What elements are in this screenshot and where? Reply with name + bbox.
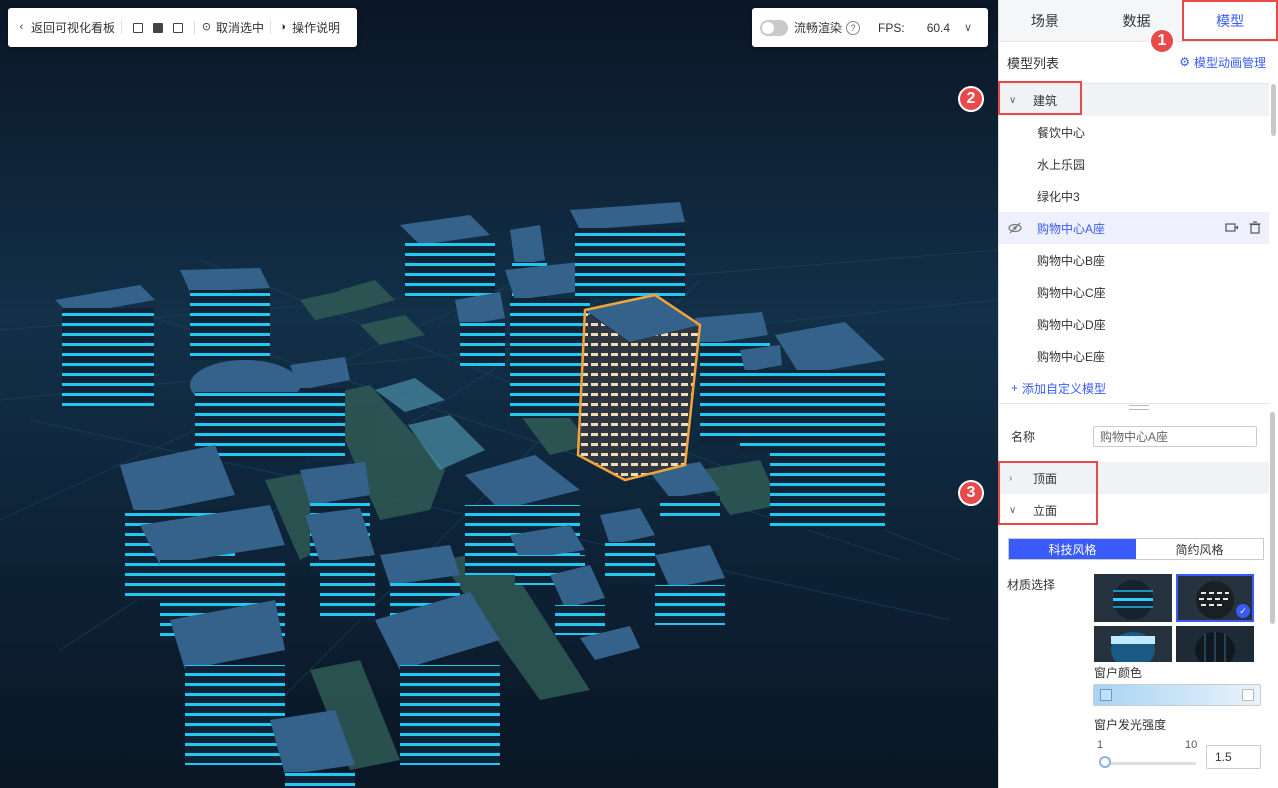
chevron-down-icon[interactable]: ∨ [964, 21, 972, 34]
item-label: 餐饮中心 [1037, 125, 1086, 140]
item-label: 水上乐园 [1037, 157, 1086, 172]
back-to-dashboard-button[interactable]: ‹ 返回可视化看板 [16, 19, 115, 36]
item-label: 购物中心A座 [1037, 221, 1106, 236]
list-item[interactable]: 购物中心E座 [999, 340, 1269, 372]
row-tools [1225, 221, 1261, 234]
sphere-grid-icon [1176, 626, 1254, 662]
lightbulb-icon: ◑ [279, 21, 286, 33]
tech-style-button[interactable]: 科技风格 [1009, 539, 1136, 559]
highlight-box-group [998, 81, 1082, 115]
material-option-2-selected[interactable]: ✓ [1176, 574, 1254, 622]
scene-toolbar: ‹ 返回可视化看板 ⊙ 取消选中 ◑ 操作说明 [8, 8, 357, 47]
chevron-left-icon: ‹ [19, 21, 24, 33]
model-list-title: 模型列表 [1007, 55, 1060, 71]
check-icon: ✓ [1236, 604, 1250, 618]
help-label: 操作说明 [292, 21, 341, 35]
callout-badge-2: 2 [958, 86, 984, 112]
window-glow-label: 窗户发光强度 [1094, 718, 1167, 732]
smooth-render-label: 流畅渲染 [794, 21, 843, 35]
material-option-4[interactable] [1176, 626, 1254, 662]
name-row: 名称 [999, 418, 1269, 454]
gear-icon: ⚙ [1179, 55, 1190, 69]
material-grid: ✓ [1094, 574, 1254, 662]
item-label: 绿化中3 [1037, 189, 1080, 204]
back-label: 返回可视化看板 [31, 21, 116, 35]
model-list: ∨ 建筑 餐饮中心 水上乐园 绿化中3 购物中心A座 购物中心B座 购物中心C座… [999, 83, 1269, 403]
list-item[interactable]: 购物中心D座 [999, 308, 1269, 340]
list-item[interactable]: 水上乐园 [999, 148, 1269, 180]
toolbar-divider [270, 21, 272, 34]
item-label: 购物中心B座 [1037, 253, 1106, 268]
material-option-3[interactable] [1094, 626, 1172, 662]
style-toggle: 科技风格 简约风格 [1008, 538, 1264, 560]
item-label: 购物中心E座 [1037, 349, 1106, 364]
name-label: 名称 [1011, 429, 1036, 444]
anim-manage-label: 模型动画管理 [1193, 55, 1266, 70]
list-item[interactable]: 购物中心C座 [999, 276, 1269, 308]
highlight-box-sections [998, 461, 1098, 525]
selected-building [576, 293, 702, 482]
tab-scene[interactable]: 场景 [999, 0, 1091, 41]
trash-icon[interactable] [1249, 221, 1261, 234]
window-color-label: 窗户颜色 [1094, 666, 1143, 680]
list-item-selected[interactable]: 购物中心A座 [999, 212, 1269, 244]
panel-tabs: 场景 数据 模型 [999, 0, 1278, 42]
list-item[interactable]: 绿化中3 [999, 180, 1269, 212]
help-button[interactable]: ◑ 操作说明 [277, 19, 340, 36]
glow-slider-track[interactable] [1100, 762, 1196, 765]
color-swatch-end[interactable] [1242, 689, 1254, 701]
target-icon: ⊙ [201, 21, 212, 33]
glow-value-input[interactable] [1206, 745, 1261, 769]
simple-style-button[interactable]: 简约风格 [1136, 539, 1263, 559]
sphere-glow-icon [1094, 626, 1172, 662]
item-label: 购物中心C座 [1037, 285, 1106, 300]
toolbar-divider [121, 21, 123, 34]
model-list-header: 模型列表 ⚙ 模型动画管理 [999, 42, 1278, 82]
callout-badge-1: 1 [1149, 28, 1175, 54]
callout-badge-3: 3 [958, 480, 984, 506]
right-panel: 场景 数据 模型 模型列表 ⚙ 模型动画管理 ∨ 建筑 餐饮中心 水上乐园 绿化… [998, 0, 1278, 788]
eye-off-icon[interactable] [1008, 221, 1022, 235]
3d-scene-viewport[interactable]: ‹ 返回可视化看板 ⊙ 取消选中 ◑ 操作说明 流畅渲染 ? FPS: 60.4… [0, 0, 998, 788]
add-model-label: 添加自定义模型 [1022, 381, 1107, 396]
fps-value: 60.4 [926, 20, 951, 35]
color-swatch-start[interactable] [1100, 689, 1112, 701]
slider-max-label: 10 [1185, 739, 1198, 751]
list-item[interactable]: 购物中心B座 [999, 244, 1269, 276]
slider-min-label: 1 [1097, 739, 1104, 751]
question-icon[interactable]: ? [846, 20, 861, 35]
locate-icon[interactable] [1225, 221, 1239, 234]
plus-icon: + [1011, 381, 1019, 395]
material-option-1[interactable] [1094, 574, 1172, 622]
smooth-render-toggle[interactable] [760, 19, 788, 36]
view-front-icon[interactable] [133, 22, 144, 33]
sphere-stripes-icon [1094, 574, 1172, 622]
panel-divider [999, 403, 1269, 404]
city-3d-render [0, 202, 998, 788]
name-input[interactable] [1093, 425, 1257, 447]
glow-slider-thumb[interactable] [1099, 756, 1111, 768]
list-item[interactable]: 餐饮中心 [999, 116, 1269, 148]
view-solid-icon[interactable] [153, 22, 164, 33]
window-color-picker[interactable] [1093, 684, 1261, 706]
resize-handle[interactable] [1129, 405, 1149, 410]
view-back-icon[interactable] [173, 22, 184, 33]
render-panel: 流畅渲染 ? FPS: 60.4 ∨ [752, 8, 988, 47]
list-scrollbar[interactable] [1271, 84, 1276, 136]
item-label: 购物中心D座 [1037, 317, 1106, 332]
anim-manage-link[interactable]: ⚙ 模型动画管理 [1179, 54, 1266, 71]
cancel-select-button[interactable]: ⊙ 取消选中 [201, 19, 264, 36]
add-custom-model-button[interactable]: + 添加自定义模型 [999, 372, 1269, 404]
fps-label: FPS: [878, 20, 905, 35]
material-label: 材质选择 [1007, 578, 1056, 592]
tab-model[interactable]: 模型 [1182, 0, 1278, 41]
props-scrollbar[interactable] [1270, 412, 1275, 624]
toolbar-divider [194, 21, 196, 34]
cancel-select-label: 取消选中 [216, 21, 265, 35]
